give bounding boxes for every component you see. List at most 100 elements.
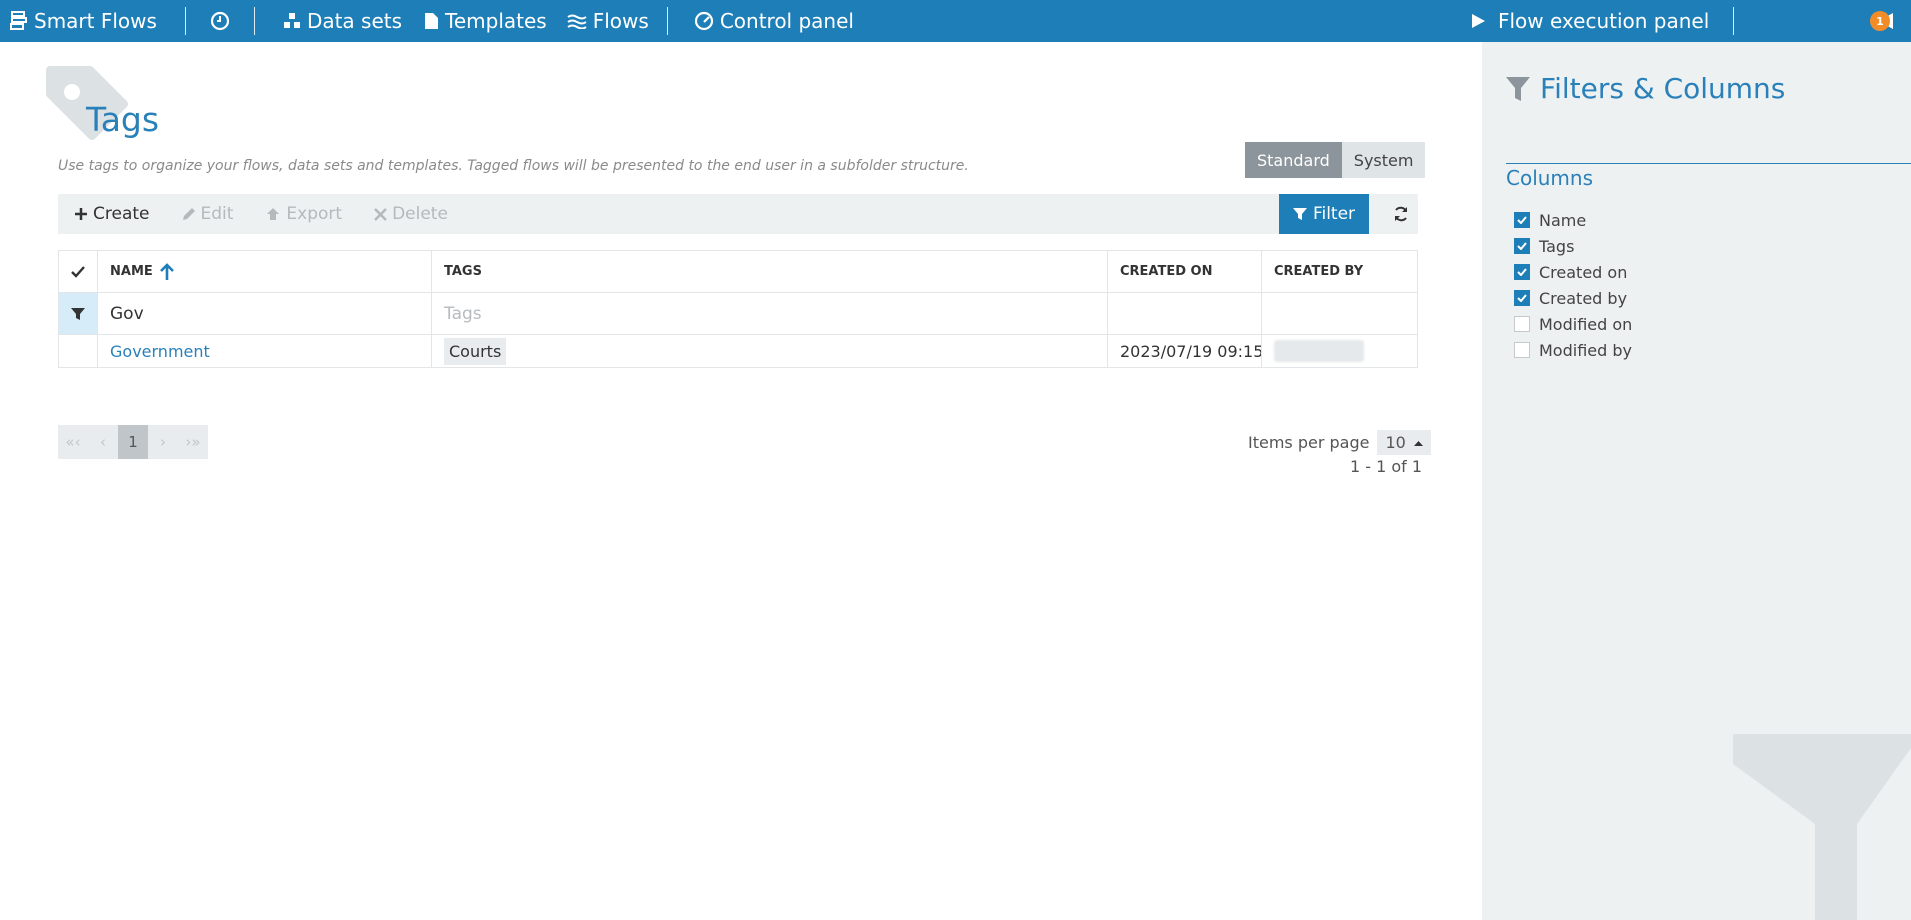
toolbar: Create Edit Export Delete Filter xyxy=(58,194,1418,234)
nav-flow-execution-label: Flow execution panel xyxy=(1497,9,1710,33)
column-header-name-label: NAME xyxy=(110,264,153,279)
pencil-icon xyxy=(182,208,195,220)
row-created-by-cell xyxy=(1262,335,1418,367)
history-button[interactable] xyxy=(210,11,230,31)
create-button[interactable]: Create xyxy=(74,204,150,224)
column-toggle-created-by[interactable]: Created by xyxy=(1514,285,1632,311)
column-header-created-on[interactable]: CREATED ON xyxy=(1108,251,1262,292)
delete-button[interactable]: Delete xyxy=(374,204,448,224)
name-filter-input[interactable]: Gov xyxy=(98,293,432,334)
pager-last-button[interactable]: ›» xyxy=(178,425,208,459)
column-toggle-created-on[interactable]: Created on xyxy=(1514,259,1632,285)
export-button[interactable]: Export xyxy=(265,204,342,224)
caret-up-icon xyxy=(1413,440,1423,446)
edit-button[interactable]: Edit xyxy=(182,204,233,224)
column-header-created-by-label: CREATED BY xyxy=(1274,264,1364,279)
column-toggle-name[interactable]: Name xyxy=(1514,207,1632,233)
column-header-created-by[interactable]: CREATED BY xyxy=(1262,251,1418,292)
table-row[interactable]: Government Courts 2023/07/19 09:15 xyxy=(58,335,1418,367)
nav-datasets-label: Data sets xyxy=(306,9,403,33)
check-icon xyxy=(71,265,85,278)
tag-type-toggle: Standard System xyxy=(1245,142,1426,178)
row-tags-cell: Courts xyxy=(432,335,1108,367)
pager-current-page[interactable]: 1 xyxy=(118,425,148,459)
items-per-page-label: Items per page xyxy=(1248,433,1370,452)
dashboard-gauge-icon xyxy=(694,11,713,31)
nav-flow-execution[interactable]: Flow execution panel xyxy=(1470,9,1709,33)
notification-count-badge: 1 xyxy=(1870,11,1890,31)
refresh-button[interactable] xyxy=(1384,194,1418,234)
column-header-tags-label: TAGS xyxy=(444,264,482,279)
segment-system[interactable]: System xyxy=(1341,142,1426,178)
column-toggle-list: Name Tags Created on Created by Modified… xyxy=(1514,207,1632,363)
filter-row: Gov Tags xyxy=(58,293,1418,335)
nav-control-panel[interactable]: Control panel xyxy=(694,9,854,33)
waves-icon xyxy=(567,14,587,29)
pager-range-info: 1 - 1 of 1 xyxy=(1350,457,1423,476)
filter-label: Filter xyxy=(1312,204,1356,224)
pager-next-button[interactable]: › xyxy=(148,425,178,459)
top-nav: Smart Flows Data sets Templates Flows Co… xyxy=(0,0,1911,42)
created-on-filter[interactable] xyxy=(1108,293,1262,334)
side-panel-title: Filters & Columns xyxy=(1506,72,1785,105)
nav-divider xyxy=(666,7,668,35)
checkbox-unchecked[interactable] xyxy=(1514,316,1530,332)
nav-control-panel-label: Control panel xyxy=(719,9,854,33)
tags-grid: NAME TAGS CREATED ON CREATED BY Gov Tags… xyxy=(58,250,1418,368)
create-label: Create xyxy=(93,204,150,224)
column-toggle-modified-by[interactable]: Modified by xyxy=(1514,337,1632,363)
columns-divider xyxy=(1506,163,1911,164)
items-per-page: Items per page 10 xyxy=(1248,430,1431,455)
pager-prev-button[interactable]: ‹ xyxy=(88,425,118,459)
column-toggle-tags[interactable]: Tags xyxy=(1514,233,1632,259)
funnel-icon xyxy=(1733,734,1911,920)
column-header-name[interactable]: NAME xyxy=(98,251,432,292)
column-toggle-modified-on[interactable]: Modified on xyxy=(1514,311,1632,337)
delete-label: Delete xyxy=(392,204,448,224)
checkbox-unchecked[interactable] xyxy=(1514,342,1530,358)
clock-icon xyxy=(210,11,230,31)
plus-icon xyxy=(75,208,87,220)
tags-filter-input[interactable]: Tags xyxy=(432,293,1108,334)
check-icon xyxy=(1517,216,1527,224)
nav-flows-label: Flows xyxy=(592,9,649,33)
filters-columns-panel: Filters & Columns Columns Name Tags Crea… xyxy=(1482,42,1911,920)
checkbox-checked[interactable] xyxy=(1514,290,1530,306)
checkbox-checked[interactable] xyxy=(1514,264,1530,280)
funnel-icon xyxy=(71,307,85,320)
items-per-page-select[interactable]: 10 xyxy=(1377,430,1431,455)
column-toggle-label: Modified by xyxy=(1539,340,1632,360)
column-header-tags[interactable]: TAGS xyxy=(432,251,1108,292)
tag-chip[interactable]: Courts xyxy=(444,337,507,365)
brand-label: Smart Flows xyxy=(34,9,157,33)
pager-first-button[interactable]: «‹ xyxy=(58,425,88,459)
brand-link[interactable]: Smart Flows xyxy=(10,9,157,33)
check-icon xyxy=(1517,268,1527,276)
nav-datasets[interactable]: Data sets xyxy=(283,9,402,33)
nav-flows[interactable]: Flows xyxy=(567,9,649,33)
column-header-created-on-label: CREATED ON xyxy=(1120,264,1213,279)
created-by-filter[interactable] xyxy=(1262,293,1418,334)
select-all-checkbox[interactable] xyxy=(58,251,98,292)
columns-heading: Columns xyxy=(1506,166,1594,190)
segment-standard[interactable]: Standard xyxy=(1245,142,1342,178)
funnel-icon xyxy=(1292,208,1307,220)
row-name-link[interactable]: Government xyxy=(110,342,210,361)
row-created-on-cell: 2023/07/19 09:15 xyxy=(1108,335,1262,367)
row-name-cell: Government xyxy=(98,335,432,367)
column-toggle-label: Created on xyxy=(1539,262,1628,282)
column-toggle-label: Name xyxy=(1539,210,1587,230)
checkbox-checked[interactable] xyxy=(1514,238,1530,254)
tags-filter-placeholder: Tags xyxy=(444,303,482,324)
main-content: Tags Use tags to organize your flows, da… xyxy=(0,42,1482,920)
name-filter-value: Gov xyxy=(110,303,144,324)
checkbox-checked[interactable] xyxy=(1514,212,1530,228)
funnel-icon xyxy=(1506,76,1530,101)
nav-templates[interactable]: Templates xyxy=(424,9,547,33)
row-select[interactable] xyxy=(58,335,98,367)
book-stack-icon xyxy=(10,11,27,30)
filter-button[interactable]: Filter xyxy=(1279,194,1369,234)
file-icon xyxy=(425,13,439,29)
refresh-icon xyxy=(1395,206,1407,222)
pager: «‹ ‹ 1 › ›» xyxy=(58,425,208,459)
